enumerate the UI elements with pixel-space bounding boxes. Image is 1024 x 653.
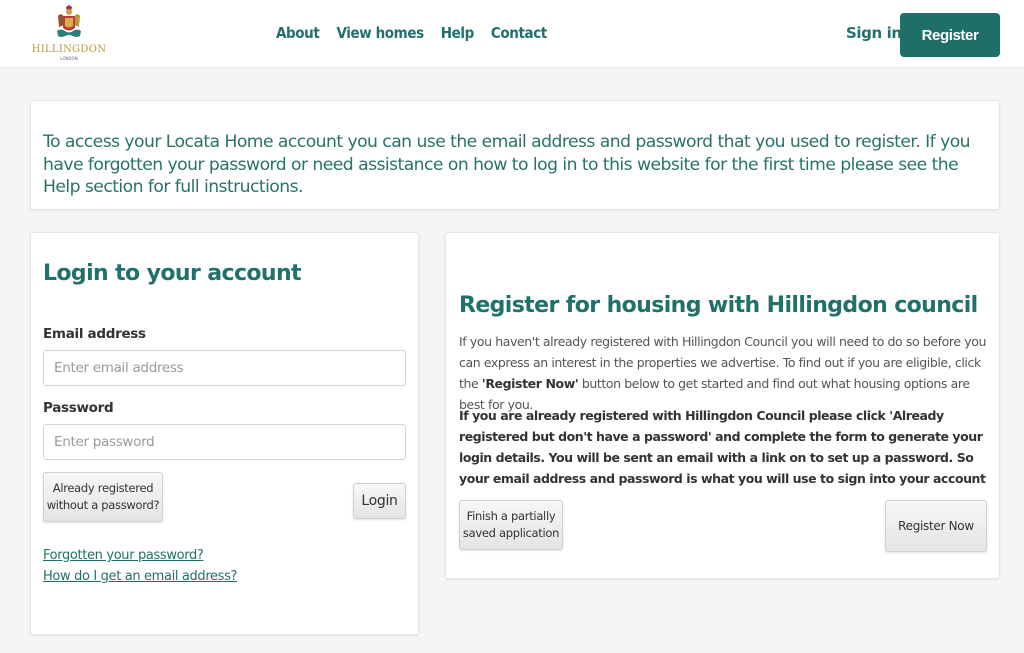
password-input[interactable] xyxy=(43,424,406,460)
sign-in-link[interactable]: Sign in xyxy=(846,24,902,42)
already-registered-line1: Already registered xyxy=(52,481,154,495)
email-label: Email address xyxy=(43,326,146,342)
register-now-button[interactable]: Register Now xyxy=(885,500,987,552)
email-help-link[interactable]: How do I get an email address? xyxy=(43,569,237,584)
register-panel: Register for housing with Hillingdon cou… xyxy=(445,232,1000,579)
hillingdon-logo[interactable]: HILLINGDON LONDON xyxy=(26,4,112,66)
logo-name: HILLINGDON xyxy=(31,44,107,55)
already-registered-line2: without a password? xyxy=(46,498,160,512)
register-title: Register for housing with Hillingdon cou… xyxy=(459,293,978,318)
register-intro-bold: 'Register Now' xyxy=(481,376,579,391)
login-button[interactable]: Login xyxy=(353,483,406,519)
login-panel: Login to your account Email address Pass… xyxy=(30,232,419,635)
finish-line1: Finish a partially xyxy=(466,509,556,523)
site-header: HILLINGDON LONDON About View homes Help … xyxy=(0,0,1024,68)
register-intro: If you haven't already registered with H… xyxy=(459,331,994,415)
nav-contact[interactable]: Contact xyxy=(491,24,547,42)
info-panel: To access your Locata Home account you c… xyxy=(30,100,1000,210)
nav-help[interactable]: Help xyxy=(441,24,475,42)
password-label: Password xyxy=(43,400,114,416)
login-title: Login to your account xyxy=(43,261,302,286)
email-input[interactable] xyxy=(43,350,406,386)
finish-line2: saved application xyxy=(462,526,560,540)
forgot-password-link[interactable]: Forgotten your password? xyxy=(43,548,204,563)
register-button[interactable]: Register xyxy=(900,13,1000,57)
nav-view-homes[interactable]: View homes xyxy=(336,24,424,42)
register-already-registered-text: If you are already registered with Hilli… xyxy=(459,408,986,486)
finish-application-button[interactable]: Finish a partially saved application xyxy=(459,500,563,550)
already-registered-button[interactable]: Already registered without a password? xyxy=(43,472,163,522)
coat-of-arms-icon xyxy=(57,5,81,37)
main-nav: About View homes Help Contact xyxy=(276,24,547,42)
info-text: To access your Locata Home account you c… xyxy=(43,132,971,197)
logo-subtitle: LONDON xyxy=(60,56,78,61)
nav-about[interactable]: About xyxy=(276,24,320,42)
